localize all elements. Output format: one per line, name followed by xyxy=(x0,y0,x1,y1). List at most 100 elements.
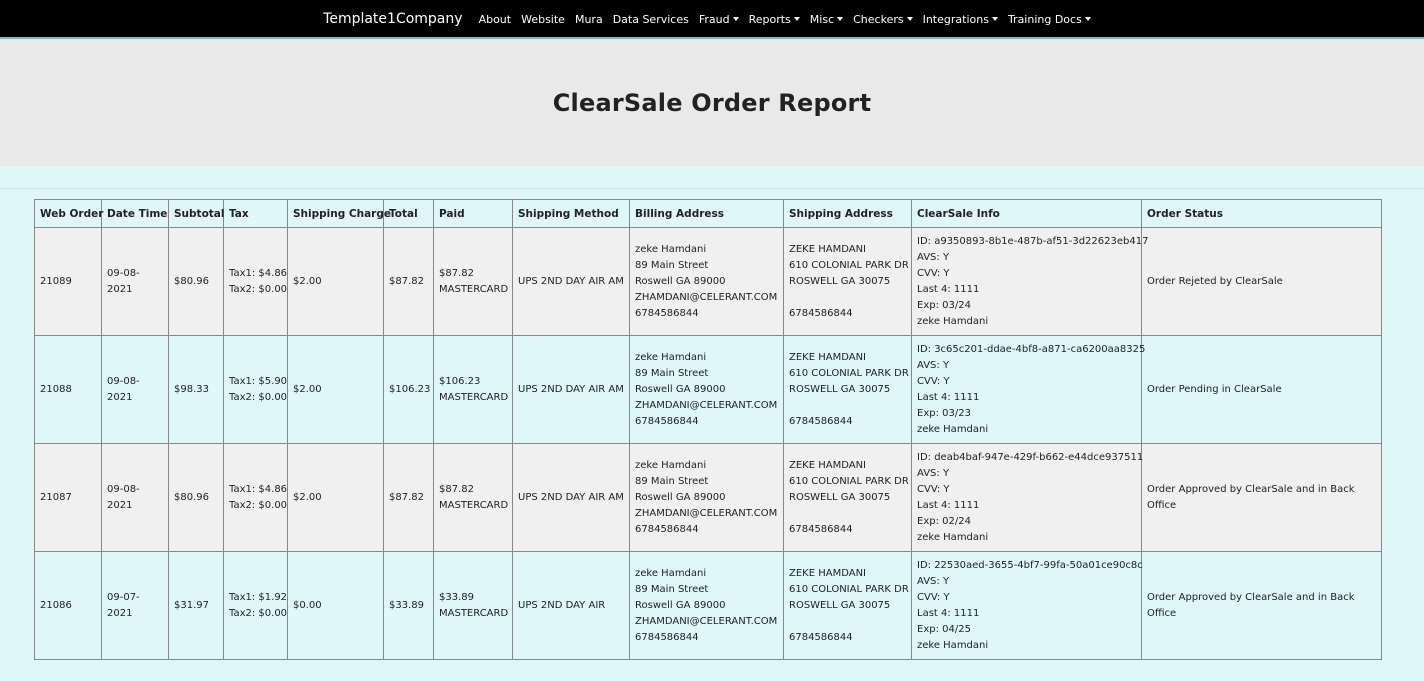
nav-misc-dropdown[interactable]: Misc xyxy=(809,12,844,26)
cell-date-time: 09-08-2021 xyxy=(101,335,169,444)
shipping-city: ROSWELL GA 30075 xyxy=(789,491,891,503)
nav-data-services[interactable]: Data Services xyxy=(613,13,689,26)
cell-web-order: 21086 xyxy=(34,551,102,660)
cell-shipping-method: UPS 2ND DAY AIR AM xyxy=(512,335,630,444)
payment-type: MASTERCARD xyxy=(439,607,509,619)
shipping-name: ZEKE HAMDANI xyxy=(789,243,867,255)
cell-shipping-charge: $2.00 xyxy=(287,335,384,444)
column-header-paid: Paid xyxy=(433,199,513,228)
tax2-line: Tax2: $0.00 xyxy=(229,283,288,295)
cell-shipping-address: ZEKE HAMDANI 610 COLONIAL PARK DR ROSWEL… xyxy=(783,227,912,336)
clearsale-name: zeke Hamdani xyxy=(917,423,989,435)
nav-label: Website xyxy=(521,12,565,26)
cell-shipping-method: UPS 2ND DAY AIR AM xyxy=(512,443,630,552)
clearsale-id: ID: a9350893-8b1e-487b-af51-3d22623eb417 xyxy=(917,235,1149,247)
cell-clearsale-info: ID: 22530aed-3655-4bf7-99fa-50a01ce90c8c… xyxy=(911,551,1143,660)
brand-link[interactable]: Template1Company xyxy=(323,11,462,27)
clearsale-cvv: CVV: Y xyxy=(917,483,950,495)
shipping-street: 610 COLONIAL PARK DR xyxy=(789,259,909,271)
page-title: ClearSale Order Report xyxy=(552,88,872,117)
cell-paid: $87.82 MASTERCARD xyxy=(433,227,513,336)
clearsale-last4: Last 4: 1111 xyxy=(917,499,980,511)
nav-label: Data Services xyxy=(612,12,689,26)
payment-type: MASTERCARD xyxy=(439,391,509,403)
table-header-row: Web Order Date Time Subtotal Tax Shippin… xyxy=(34,199,1382,228)
shipping-blank-line xyxy=(789,290,906,306)
nav-label: Fraud xyxy=(698,12,730,26)
nav-website[interactable]: Website xyxy=(521,13,565,26)
column-header-clearsale-info: ClearSale Info xyxy=(911,199,1142,228)
shipping-street: 610 COLONIAL PARK DR xyxy=(789,475,909,487)
cell-billing-address: zeke Hamdani 89 Main Street Roswell GA 8… xyxy=(629,335,784,444)
nav-checkers-dropdown[interactable]: Checkers xyxy=(853,13,913,26)
cell-subtotal: $80.96 xyxy=(168,443,224,552)
nav-training-docs-dropdown[interactable]: Training Docs xyxy=(1008,13,1091,26)
shipping-blank-line xyxy=(789,506,906,522)
cell-total: $106.23 xyxy=(383,335,434,444)
clearsale-last4: Last 4: 1111 xyxy=(917,607,980,619)
nav-mura[interactable]: Mura xyxy=(575,13,603,26)
cell-date-time: 09-07-2021 xyxy=(101,551,169,660)
billing-name: zeke Hamdani xyxy=(635,351,707,363)
cell-order-status: Order Pending in ClearSale xyxy=(1141,335,1382,444)
billing-city: Roswell GA 89000 xyxy=(635,275,726,287)
cell-total: $87.82 xyxy=(383,227,434,336)
nav-label: Training Docs xyxy=(1007,12,1082,26)
billing-phone: 6784586844 xyxy=(635,415,699,427)
shipping-name: ZEKE HAMDANI xyxy=(789,567,867,579)
caret-down-icon xyxy=(732,16,739,21)
cell-shipping-address: ZEKE HAMDANI 610 COLONIAL PARK DR ROSWEL… xyxy=(783,551,912,660)
clearsale-exp: Exp: 03/24 xyxy=(917,299,971,311)
billing-city: Roswell GA 89000 xyxy=(635,599,726,611)
column-header-tax: Tax xyxy=(223,199,288,228)
shipping-phone: 6784586844 xyxy=(789,631,853,643)
tax1-line: Tax1: $1.92 xyxy=(229,591,288,603)
paid-amount: $106.23 xyxy=(439,375,481,387)
nav-label: Misc xyxy=(809,12,835,26)
tax1-line: Tax1: $4.86 xyxy=(229,267,288,279)
cell-date-time: 09-08-2021 xyxy=(101,443,169,552)
clearsale-avs: AVS: Y xyxy=(917,251,950,263)
cell-subtotal: $98.33 xyxy=(168,335,224,444)
cell-clearsale-info: ID: 3c65c201-ddae-4bf8-a871-ca6200aa8325… xyxy=(911,335,1145,444)
table-row: 21088 09-08-2021 $98.33 Tax1: $5.90 Tax2… xyxy=(34,335,1382,444)
cell-order-status: Order Approved by ClearSale and in Back … xyxy=(1141,443,1382,552)
shipping-blank-line xyxy=(789,614,906,630)
cell-web-order: 21088 xyxy=(34,335,102,444)
caret-down-icon xyxy=(1084,16,1091,21)
clearsale-name: zeke Hamdani xyxy=(917,531,989,543)
caret-down-icon xyxy=(837,16,844,21)
cell-web-order: 21087 xyxy=(34,443,102,552)
cell-billing-address: zeke Hamdani 89 Main Street Roswell GA 8… xyxy=(629,551,784,660)
nav-reports-dropdown[interactable]: Reports xyxy=(749,13,800,26)
order-report-table: Web Order Date Time Subtotal Tax Shippin… xyxy=(34,199,1382,660)
shipping-name: ZEKE HAMDANI xyxy=(789,351,867,363)
cell-tax: Tax1: $1.92 Tax2: $0.00 xyxy=(223,551,288,660)
column-header-shipping-charge: Shipping Charge xyxy=(287,199,391,228)
table-row: 21087 09-08-2021 $80.96 Tax1: $4.86 Tax2… xyxy=(34,443,1382,552)
cell-paid: $33.89 MASTERCARD xyxy=(433,551,513,660)
billing-name: zeke Hamdani xyxy=(635,243,707,255)
column-header-billing-address: Billing Address xyxy=(629,199,784,228)
cell-shipping-address: ZEKE HAMDANI 610 COLONIAL PARK DR ROSWEL… xyxy=(783,443,912,552)
clearsale-exp: Exp: 04/25 xyxy=(917,623,971,635)
cell-total: $87.82 xyxy=(383,443,434,552)
clearsale-last4: Last 4: 1111 xyxy=(917,283,980,295)
billing-email: ZHAMDANI@CELERANT.COM xyxy=(635,615,778,627)
tax2-line: Tax2: $0.00 xyxy=(229,391,288,403)
billing-street: 89 Main Street xyxy=(635,475,709,487)
nav-about[interactable]: About xyxy=(479,13,512,26)
clearsale-cvv: CVV: Y xyxy=(917,375,950,387)
cell-tax: Tax1: $4.86 Tax2: $0.00 xyxy=(223,443,288,552)
paid-amount: $87.82 xyxy=(439,267,474,279)
cell-subtotal: $31.97 xyxy=(168,551,224,660)
cell-paid: $87.82 MASTERCARD xyxy=(433,443,513,552)
clearsale-exp: Exp: 02/24 xyxy=(917,515,971,527)
nav-integrations-dropdown[interactable]: Integrations xyxy=(923,13,998,26)
nav-fraud-dropdown[interactable]: Fraud xyxy=(699,13,739,26)
billing-phone: 6784586844 xyxy=(635,523,699,535)
cell-clearsale-info: ID: a9350893-8b1e-487b-af51-3d22623eb417… xyxy=(911,227,1149,336)
billing-phone: 6784586844 xyxy=(635,307,699,319)
cell-shipping-charge: $0.00 xyxy=(287,551,384,660)
page-header: ClearSale Order Report xyxy=(0,39,1424,166)
